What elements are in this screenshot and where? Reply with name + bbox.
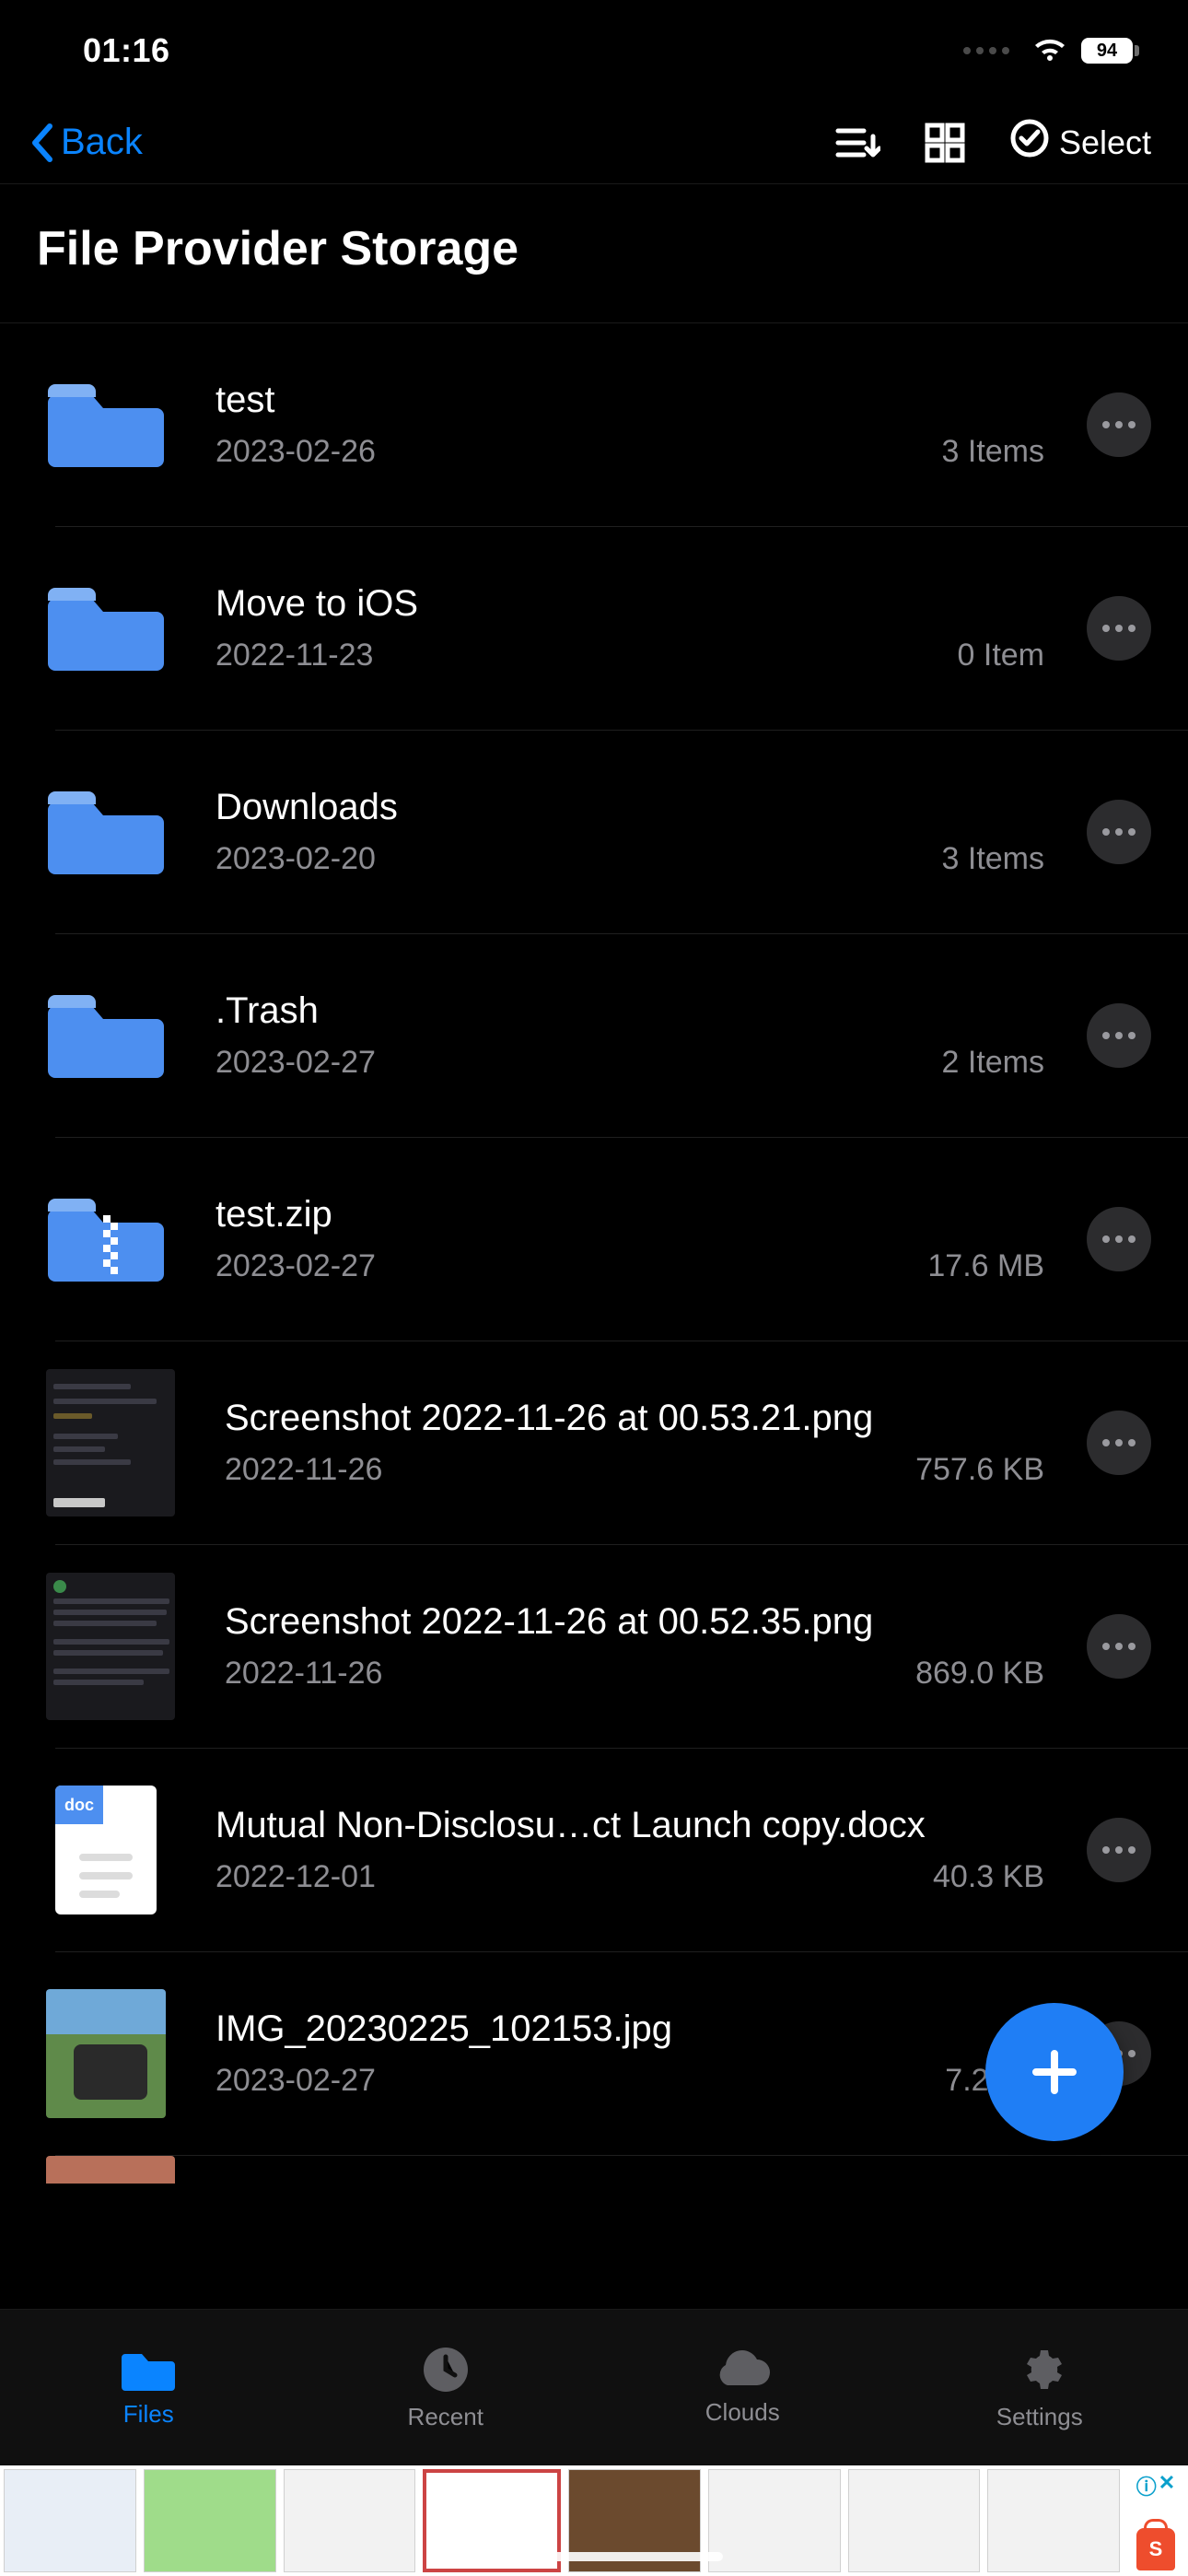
battery-percent: 94 [1097,41,1117,62]
ad-thumbnail [4,2469,136,2572]
folder-icon [46,772,166,892]
item-meta: 40.3 KB [933,1859,1063,1895]
item-name: IMG_20230225_102153.jpg [215,2008,1063,2050]
item-meta: 869.0 KB [915,1656,1063,1692]
status-dots-icon [963,47,1009,54]
tab-settings[interactable]: Settings [891,2310,1188,2465]
document-thumbnail: doc [46,1790,166,1910]
battery-indicator: 94 [1081,38,1133,64]
tab-settings-label: Settings [996,2403,1083,2431]
item-meta: 0 Item [958,638,1063,673]
ad-thumbnail [144,2469,276,2572]
item-name: Screenshot 2022-11-26 at 00.52.35.png [225,1601,1063,1643]
item-date: 2022-11-23 [215,638,373,673]
sort-button[interactable] [834,123,880,162]
item-name: Screenshot 2022-11-26 at 00.53.21.png [225,1398,1063,1439]
item-date: 2023-02-20 [215,841,376,877]
ad-thumbnail [848,2469,981,2572]
back-button[interactable]: Back [28,122,143,163]
more-button[interactable] [1087,1411,1151,1475]
item-name: Mutual Non-Disclosu…ct Launch copy.docx [215,1805,1063,1846]
ad-thumbnail [987,2469,1120,2572]
item-date: 2023-02-27 [215,1045,376,1081]
photo-thumbnail [46,1994,166,2113]
page-title: File Provider Storage [37,221,1151,276]
list-item[interactable]: doc Mutual Non-Disclosu…ct Launch copy.d… [0,1749,1188,1951]
item-date: 2023-02-27 [215,2063,376,2099]
item-meta: 757.6 KB [915,1452,1063,1488]
item-name: .Trash [215,990,1063,1032]
bottom-tabbar: Files Recent Clouds Settings [0,2309,1188,2465]
list-item-partial[interactable] [46,2156,1188,2184]
image-thumbnail [46,1573,175,1720]
image-thumbnail [46,1369,175,1516]
list-item[interactable]: test.zip 2023-02-27 17.6 MB [0,1138,1188,1341]
select-label: Select [1059,123,1151,162]
folder-icon [46,976,166,1095]
more-button[interactable] [1087,1003,1151,1068]
folder-icon [46,365,166,485]
ad-info-close[interactable]: ⓘ✕ [1136,2471,1175,2500]
wifi-icon [1031,37,1068,64]
tab-recent[interactable]: Recent [297,2310,595,2465]
status-time: 01:16 [83,31,170,70]
list-item[interactable]: test 2023-02-26 3 Items [0,323,1188,526]
item-name: test [215,380,1063,421]
check-circle-icon [1009,118,1050,167]
item-meta: 3 Items [942,841,1063,877]
item-meta: 2 Items [942,1045,1063,1081]
doc-badge: doc [55,1786,103,1824]
list-item[interactable]: Screenshot 2022-11-26 at 00.53.21.png 20… [0,1341,1188,1544]
item-name: Downloads [215,787,1063,828]
item-date: 2022-11-26 [225,1656,382,1692]
item-date: 2022-11-26 [225,1452,382,1488]
more-button[interactable] [1087,800,1151,864]
add-button[interactable] [985,2003,1124,2141]
ad-thumbnail [708,2469,841,2572]
home-indicator[interactable] [465,2552,723,2561]
tab-files-label: Files [123,2400,174,2429]
item-date: 2023-02-26 [215,434,376,470]
item-date: 2022-12-01 [215,1859,376,1895]
shopee-icon[interactable] [1136,2528,1175,2570]
item-date: 2023-02-27 [215,1248,376,1284]
page-header: File Provider Storage [0,184,1188,322]
tab-recent-label: Recent [408,2403,483,2431]
file-list[interactable]: test 2023-02-26 3 Items Move to iOS 2022… [0,322,1188,2184]
ad-thumbnail [284,2469,416,2572]
tab-clouds-label: Clouds [705,2398,780,2427]
more-button[interactable] [1087,1207,1151,1271]
more-button[interactable] [1087,1818,1151,1882]
top-nav: Back Select [0,101,1188,184]
status-bar: 01:16 94 [0,0,1188,101]
zip-icon [46,1179,166,1299]
list-item[interactable]: Screenshot 2022-11-26 at 00.52.35.png 20… [0,1545,1188,1748]
item-name: Move to iOS [215,583,1063,625]
item-meta: 3 Items [942,434,1063,470]
more-button[interactable] [1087,596,1151,661]
folder-icon [46,568,166,688]
item-meta: 17.6 MB [927,1248,1063,1284]
tab-files[interactable]: Files [0,2310,297,2465]
list-item[interactable]: Downloads 2023-02-20 3 Items [0,731,1188,933]
select-button[interactable]: Select [1009,118,1151,167]
tab-clouds[interactable]: Clouds [594,2310,891,2465]
more-button[interactable] [1087,1614,1151,1679]
list-item[interactable]: .Trash 2023-02-27 2 Items [0,934,1188,1137]
more-button[interactable] [1087,392,1151,457]
chevron-left-icon [28,123,53,163]
back-label: Back [61,122,143,163]
item-name: test.zip [215,1194,1063,1235]
grid-view-button[interactable] [925,123,965,163]
status-indicators: 94 [963,37,1133,64]
list-item[interactable]: Move to iOS 2022-11-23 0 Item [0,527,1188,730]
